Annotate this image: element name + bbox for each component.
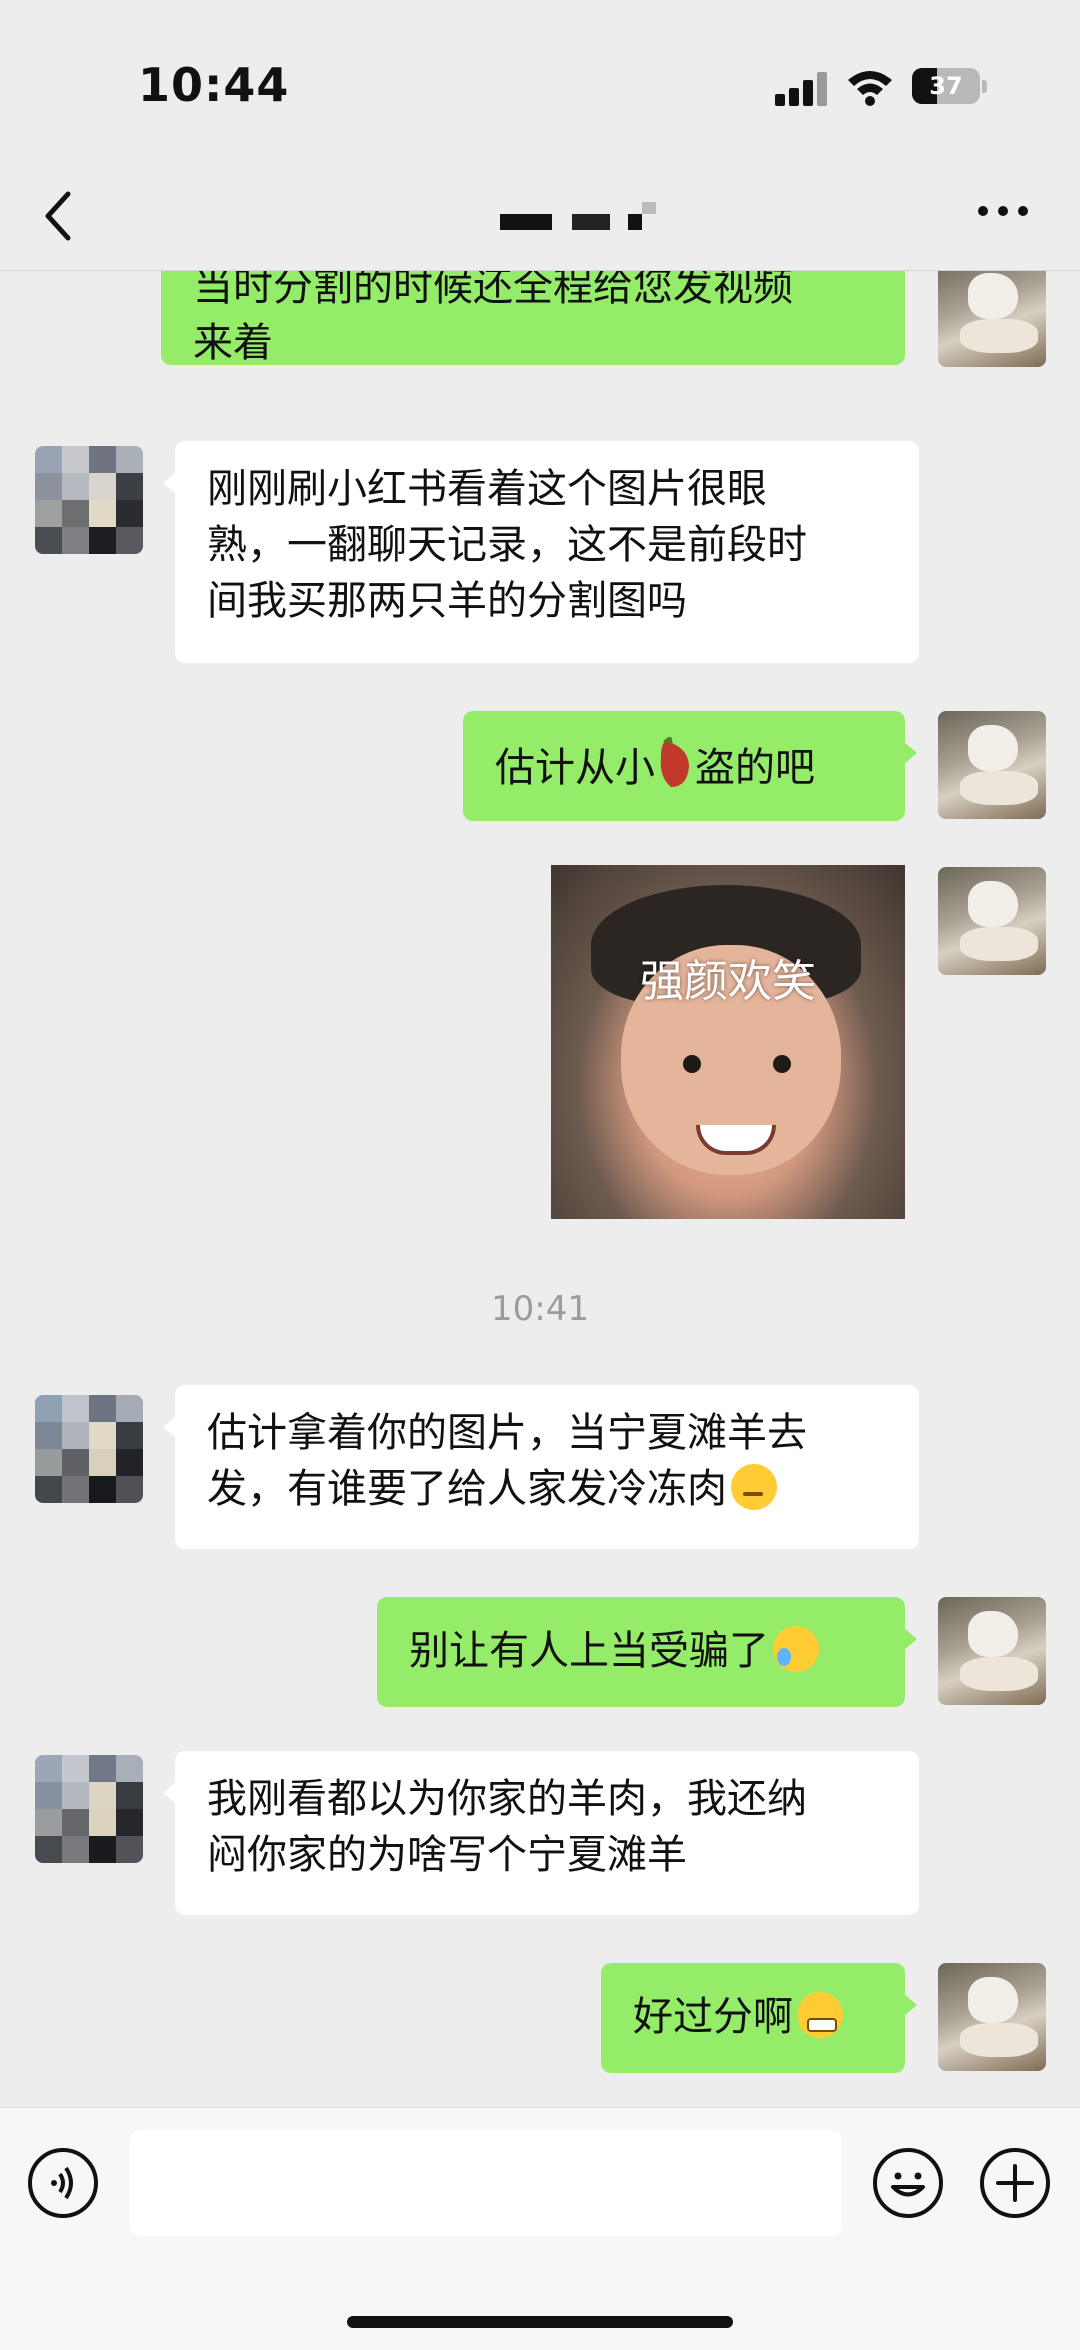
message-line: 间我买那两只羊的分割图吗	[207, 578, 687, 624]
message-line: 熟，一翻聊天记录，这不是前段时	[207, 522, 807, 568]
sticker-eye	[773, 1055, 791, 1073]
plus-icon[interactable]	[980, 2148, 1050, 2218]
status-bar: 10:44 37	[0, 0, 1080, 170]
emoji-face-icon[interactable]	[873, 2148, 943, 2218]
input-bar	[0, 2107, 1080, 2350]
voice-waves-icon	[51, 2166, 73, 2200]
my-avatar[interactable]	[938, 867, 1046, 975]
bubble-tail	[163, 1415, 177, 1439]
voice-icon[interactable]	[28, 2148, 98, 2218]
contact-avatar[interactable]	[35, 1755, 143, 1863]
sweet-potato-emoji	[660, 737, 689, 787]
my-avatar[interactable]	[938, 1963, 1046, 2071]
grimace-tear-emoji	[797, 1992, 843, 2038]
home-indicator[interactable]	[347, 2316, 733, 2328]
smiley-face-icon	[891, 2172, 925, 2197]
message-line: 估计拿着你的图片，当宁夏滩羊去	[207, 1410, 807, 1456]
loudly-crying-emoji	[773, 1626, 819, 1672]
chat-header	[0, 170, 1080, 271]
battery-icon: 37	[912, 68, 980, 104]
contact-avatar[interactable]	[35, 446, 143, 554]
message-bubble-incoming[interactable]: 我刚看都以为你家的羊肉，我还纳 闷你家的为啥写个宁夏滩羊	[163, 1751, 919, 1915]
message-text: 好过分啊	[633, 1994, 793, 2040]
chat-messages[interactable]: 当时分割的时候还全程给您发视频 来着 刚刚刷小红书看着这个图片很眼 熟，一翻聊天…	[0, 271, 1080, 2107]
message-bubble-outgoing[interactable]: 估计从小 盗的吧	[463, 711, 917, 821]
sticker-caption: 强颜欢笑	[640, 956, 816, 1007]
my-avatar[interactable]	[938, 711, 1046, 819]
sticker-eye	[683, 1055, 701, 1073]
message-text: 别让有人上当受骗了	[409, 1628, 769, 1674]
battery-cap	[982, 80, 987, 93]
wifi-icon	[848, 71, 892, 106]
message-input[interactable]	[130, 2130, 842, 2236]
message-bubble-incoming[interactable]: 刚刚刷小红书看着这个图片很眼 熟，一翻聊天记录，这不是前段时 间我买那两只羊的分…	[163, 441, 919, 663]
battery-percent: 37	[929, 72, 963, 100]
more-dots-icon[interactable]	[978, 206, 1032, 220]
message-line: 刚刚刷小红书看着这个图片很眼	[207, 466, 767, 512]
message-line: 当时分割的时候还全程给您发视频	[193, 271, 793, 310]
bubble-tail	[163, 1781, 177, 1805]
message-line: 来着	[193, 320, 273, 366]
message-line: 闷你家的为啥写个宁夏滩羊	[207, 1832, 687, 1878]
message-line: 发，有谁要了给人家发冷冻肉	[207, 1466, 727, 1512]
cellular-signal-icon	[775, 72, 829, 106]
contact-name-masked	[500, 202, 656, 230]
chevron-left-icon[interactable]	[40, 186, 80, 246]
my-avatar[interactable]	[938, 271, 1046, 367]
bubble-tail	[163, 471, 177, 495]
message-timestamp: 10:41	[491, 1289, 589, 1329]
thinking-emoji	[731, 1464, 777, 1510]
sticker-image[interactable]: 强颜欢笑	[551, 865, 905, 1219]
message-bubble-incoming[interactable]: 估计拿着你的图片，当宁夏滩羊去 发，有谁要了给人家发冷冻肉	[163, 1385, 919, 1549]
bubble-tail	[903, 1627, 917, 1651]
message-text: 盗的吧	[695, 745, 815, 791]
my-avatar[interactable]	[938, 1597, 1046, 1705]
contact-avatar[interactable]	[35, 1395, 143, 1503]
message-bubble-outgoing[interactable]: 好过分啊	[601, 1963, 917, 2073]
bubble-tail	[903, 741, 917, 765]
message-bubble-outgoing[interactable]: 别让有人上当受骗了	[377, 1597, 917, 1707]
bubble-tail	[903, 1993, 917, 2017]
message-bubble-outgoing[interactable]: 当时分割的时候还全程给您发视频 来着	[161, 271, 905, 366]
status-time: 10:44	[138, 58, 290, 112]
message-line: 我刚看都以为你家的羊肉，我还纳	[207, 1776, 807, 1822]
message-text: 估计从小	[495, 745, 655, 791]
plus-sign-icon	[996, 2164, 1034, 2202]
